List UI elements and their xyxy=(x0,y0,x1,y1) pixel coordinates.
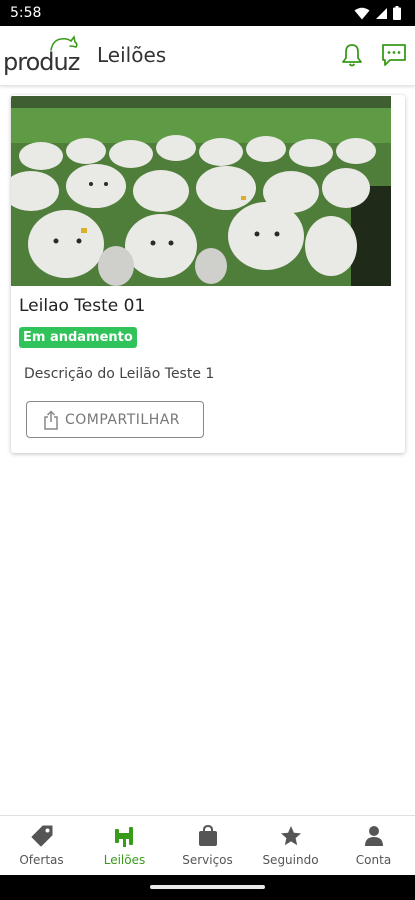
nav-label-ofertas: Ofertas xyxy=(19,853,64,867)
nav-label-seguindo: Seguindo xyxy=(262,853,319,867)
logo-text: produz xyxy=(3,48,80,76)
bell-icon xyxy=(342,44,362,67)
gavel-icon xyxy=(114,827,133,847)
nav-item-ofertas[interactable]: Ofertas xyxy=(0,816,83,875)
share-button-label: COMPARTILHAR xyxy=(65,411,181,428)
status-bar: 5:58 xyxy=(0,0,415,26)
share-icon xyxy=(44,409,58,430)
share-button[interactable]: COMPARTILHAR xyxy=(26,401,204,438)
page-title: Leilões xyxy=(97,43,167,67)
nav-item-leiloes[interactable]: Leilões xyxy=(83,816,166,875)
tag-icon xyxy=(31,825,52,847)
auction-image xyxy=(11,96,391,286)
auction-title: Leilao Teste 01 xyxy=(19,296,146,316)
battery-icon xyxy=(393,6,401,20)
nav-label-servicos: Serviços xyxy=(182,853,233,867)
nav-label-leiloes: Leilões xyxy=(103,853,146,867)
notifications-button[interactable] xyxy=(337,40,367,70)
star-icon xyxy=(280,826,301,846)
gesture-bar xyxy=(0,875,415,900)
home-gesture-handle[interactable] xyxy=(150,885,265,889)
produz-logo: produz xyxy=(3,34,83,78)
app-bar: produz Leilões xyxy=(0,26,415,86)
bag-icon xyxy=(198,825,217,846)
nav-item-conta[interactable]: Conta xyxy=(332,816,415,875)
bottom-nav: Ofertas Leilões Serviços Seguindo Conta xyxy=(0,815,415,875)
nav-item-servicos[interactable]: Serviços xyxy=(166,816,249,875)
person-icon xyxy=(364,826,383,846)
chat-icon xyxy=(382,44,406,66)
status-icons xyxy=(354,6,401,20)
wifi-icon xyxy=(354,7,370,19)
status-time: 5:58 xyxy=(10,5,42,21)
signal-icon xyxy=(376,7,387,19)
messages-button[interactable] xyxy=(379,40,409,70)
status-badge: Em andamento xyxy=(19,327,137,348)
nav-label-conta: Conta xyxy=(355,853,392,867)
nav-item-seguindo[interactable]: Seguindo xyxy=(249,816,332,875)
app-bar-actions xyxy=(337,40,409,70)
auction-card[interactable]: Leilao Teste 01 Em andamento Descrição d… xyxy=(11,95,405,453)
auction-description: Descrição do Leilão Teste 1 xyxy=(24,366,215,382)
